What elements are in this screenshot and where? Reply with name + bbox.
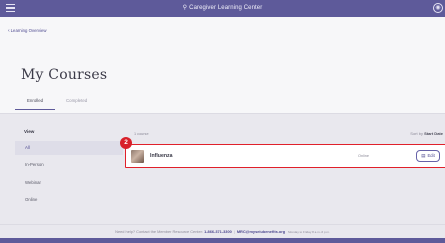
course-type: Online [358,154,369,158]
phone-link[interactable]: 1-866-371-3300 [204,229,232,234]
course-count: 1 course [134,132,149,136]
map-pin-icon: ⚲ [182,5,188,11]
course-content: View All In-Person Webinar Online 1 cour… [15,114,445,219]
active-tab-indicator [15,109,55,111]
edit-label: Edit [427,153,435,158]
hours-text: Monday to Friday 8 a.m.-6 p.m. [288,230,330,234]
breadcrumb[interactable]: ‹Learning Overview [8,28,47,34]
top-navigation-bar: ⚲ Caregiver Learning Center ◉ [0,0,445,17]
app-title: Caregiver Learning Center [189,5,263,11]
course-name[interactable]: Influenza [150,153,172,159]
filter-in-person[interactable]: In-Person [15,158,123,172]
help-description: Contact the Member Resource Center: [136,229,203,234]
page-title: My Courses [21,67,108,83]
filter-webinar[interactable]: Webinar [15,176,123,190]
bottom-bar [0,238,445,243]
course-thumbnail [131,150,144,163]
tab-enrolled[interactable]: Enrolled [27,98,43,103]
breadcrumb-label: Learning Overview [10,28,47,33]
app-brand[interactable]: ⚲ Caregiver Learning Center [0,4,445,11]
help-text: Need help? Contact the Member Resource C… [0,229,445,234]
sort-dropdown[interactable]: Sort by Start Date▾ [410,131,445,136]
view-label: View [24,129,35,134]
filter-online[interactable]: Online [15,193,123,207]
edit-button[interactable]: ▤ Edit [416,150,440,162]
filter-all[interactable]: All [15,141,123,155]
help-prefix: Need help? [115,229,136,234]
sort-prefix: Sort by [410,131,423,136]
separator: | [233,229,235,234]
step-badge: 2 [120,137,132,149]
email-link[interactable]: MRC@myseiubenefits.org [237,229,285,234]
calendar-icon: ▤ [421,153,426,158]
tab-completed[interactable]: Completed [66,98,87,103]
course-card[interactable]: 2 Influenza Online ▤ Edit [120,137,445,168]
chevron-left-icon: ‹ [8,28,10,34]
user-icon[interactable]: ◉ [433,3,443,13]
sort-value: Start Date [424,131,443,136]
